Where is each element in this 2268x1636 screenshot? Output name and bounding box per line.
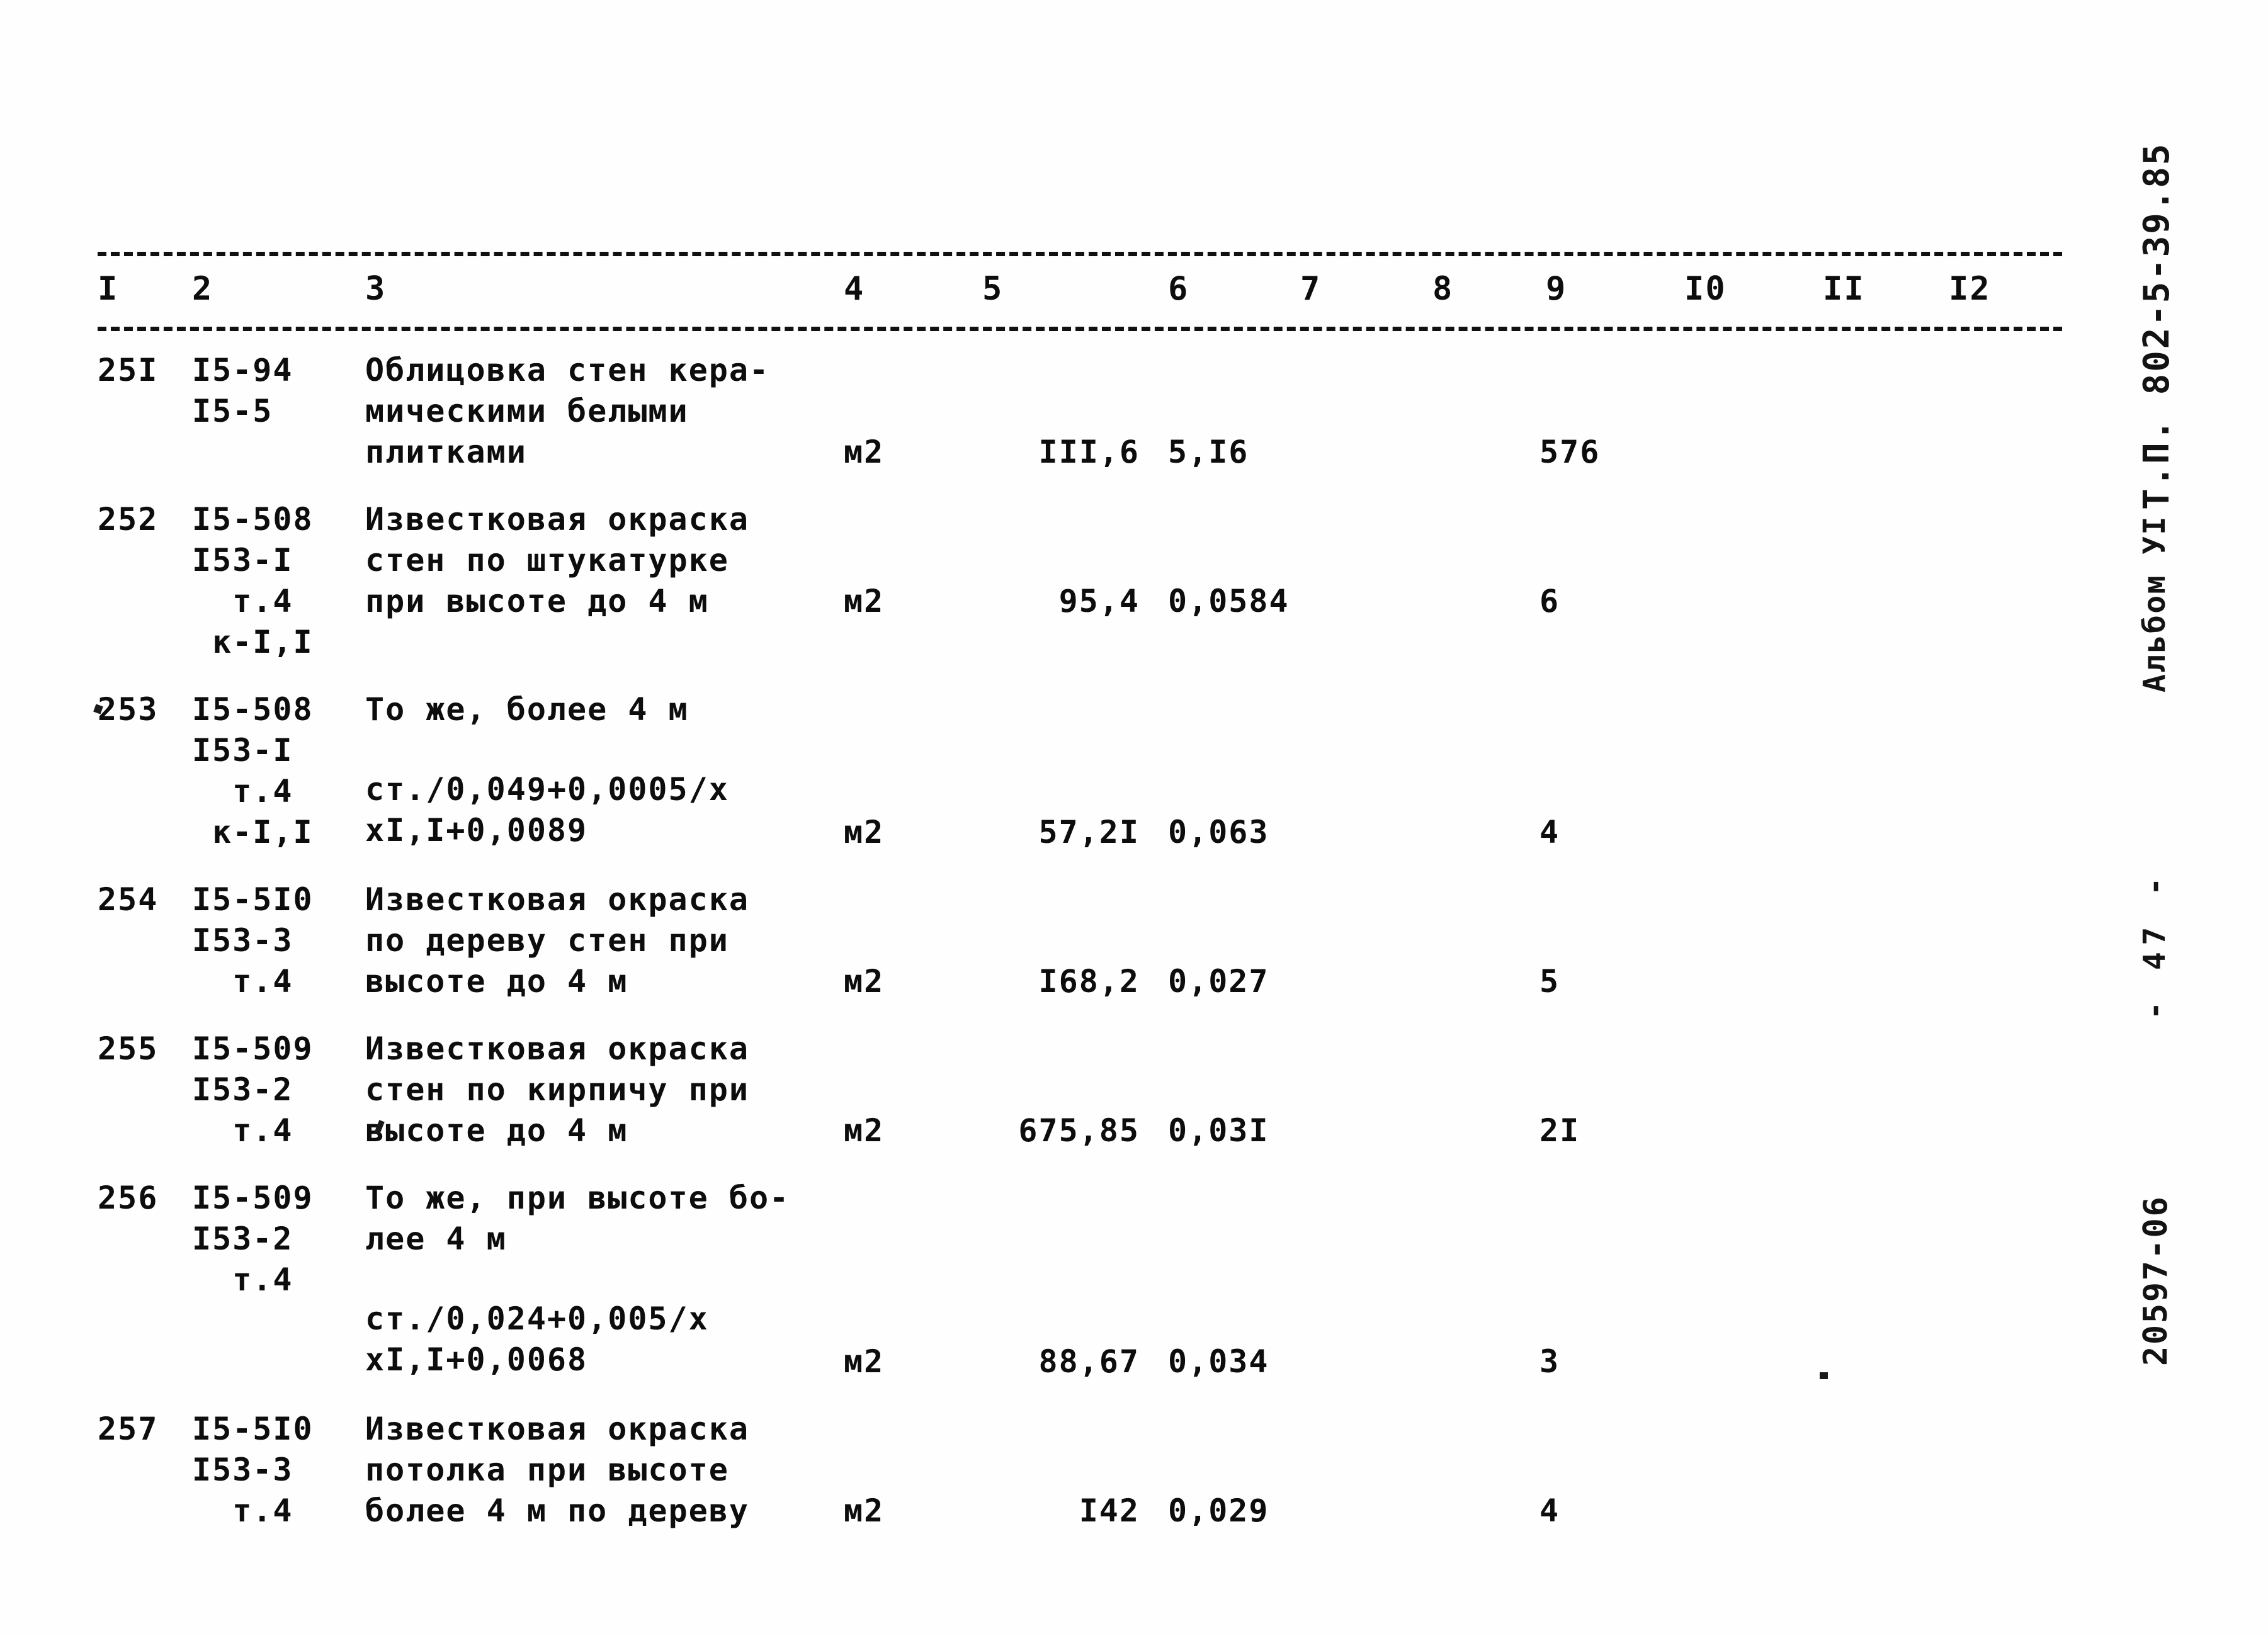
row-description: Облицовка стен кера- мическими белыми пл…: [365, 350, 831, 473]
estimate-table: I 2 3 4 5 6 7 8 9 I0 II I2 25I I5-94 I5-5 Облицовка с…: [98, 252, 2062, 1558]
table-row: 253 I5-508 I53-I т.4 к-I,I То же, более 4 …: [98, 689, 2062, 871]
row-description-text: Облицовка стен кера- мическими белыми пл…: [365, 352, 770, 470]
row-total: 576: [1539, 434, 1601, 470]
column-header-3: 3: [365, 270, 387, 308]
row-unit: м2: [844, 1112, 885, 1149]
table-header-row: I 2 3 4 5 6 7 8 9 I0 II I2: [98, 256, 2062, 327]
row-quantity: 675,85: [1018, 1112, 1140, 1149]
row-number: 25I: [98, 352, 159, 388]
row-description: Известковая окраска стен по кирпичу при …: [365, 1029, 831, 1151]
column-header-9: 9: [1546, 270, 1567, 308]
row-norm-code: I5-509 I53-2 т.4: [192, 1030, 314, 1149]
table-rule-top: [98, 252, 2062, 256]
row-description-text: Известковая окраска потолка при высоте б…: [365, 1411, 749, 1529]
scanned-page: I 2 3 4 5 6 7 8 9 I0 II I2 25I I5-94 I5-5 Облицовка с…: [0, 0, 2268, 1636]
row-rate: 0,034: [1168, 1343, 1269, 1380]
column-header-12: I2: [1949, 270, 1991, 308]
column-header-6: 6: [1168, 270, 1189, 308]
row-norm-code: I5-5I0 I53-3 т.4: [192, 881, 314, 1000]
table-rule-bottom: [98, 327, 2062, 331]
row-unit: м2: [844, 1343, 885, 1380]
row-unit: м2: [844, 583, 885, 619]
table-row: 257 I5-5I0 I53-3 т.4 Известковая окраска п…: [98, 1409, 2062, 1549]
margin-document-number: 20597-06: [2137, 1195, 2175, 1366]
column-header-8: 8: [1432, 270, 1454, 308]
row-number: 253: [98, 691, 159, 728]
table-body: 25I I5-94 I5-5 Облицовка стен кера- мическ…: [98, 350, 2062, 1549]
margin-project-code: Т.П. 802-5-39.85: [2136, 142, 2177, 510]
row-number: 255: [98, 1030, 159, 1067]
row-description: Известковая окраска стен по штукатурке п…: [365, 499, 831, 622]
row-rate: 5,I6: [1168, 434, 1249, 470]
row-total: 4: [1539, 1492, 1560, 1529]
row-total: 4: [1539, 814, 1560, 850]
row-description-text: Известковая окраска по дереву стен при в…: [365, 881, 749, 1000]
row-rate: 0,027: [1168, 963, 1269, 1000]
row-rate: 0,063: [1168, 814, 1269, 850]
row-unit: м2: [844, 814, 885, 850]
table-row: 255 I5-509 I53-2 т.4 Известковая окраска с…: [98, 1029, 2062, 1169]
row-quantity: I42: [1079, 1492, 1140, 1529]
row-quantity: 88,67: [1038, 1343, 1140, 1380]
row-quantity: III,6: [1038, 434, 1140, 470]
column-header-11: II: [1823, 270, 1865, 308]
row-unit: м2: [844, 434, 885, 470]
row-formula: ст./0,049+0,0005/х хI,I+0,0089: [365, 771, 729, 849]
row-norm-code: I5-508 I53-I т.4 к-I,I: [192, 501, 314, 660]
column-header-1: I: [98, 270, 119, 308]
row-total: 6: [1539, 583, 1560, 619]
row-number: 252: [98, 501, 159, 538]
row-total: 3: [1539, 1343, 1560, 1380]
scan-speck: [1820, 1372, 1828, 1379]
row-description-text: То же, при высоте бо- лее 4 м: [365, 1180, 790, 1257]
row-quantity: I68,2: [1038, 963, 1140, 1000]
row-quantity: 95,4: [1058, 583, 1140, 619]
column-header-10: I0: [1684, 270, 1727, 308]
column-header-2: 2: [192, 270, 213, 308]
row-quantity: 57,2I: [1038, 814, 1140, 850]
margin-page-number: - 47 -: [2137, 871, 2172, 1020]
column-header-5: 5: [982, 270, 1004, 308]
column-header-4: 4: [844, 270, 865, 308]
row-number: 256: [98, 1180, 159, 1216]
row-total: 2I: [1539, 1112, 1580, 1149]
margin-album-label: Альбом УI: [2137, 515, 2172, 692]
row-description-text: Известковая окраска стен по штукатурке п…: [365, 501, 749, 619]
row-rate: 0,0584: [1168, 583, 1290, 619]
row-rate: 0,03I: [1168, 1112, 1269, 1149]
row-description: Известковая окраска потолка при высоте б…: [365, 1409, 831, 1532]
row-description: Известковая окраска по дереву стен при в…: [365, 879, 831, 1002]
row-description: То же, более 4 м ст./0,049+0,0005/х хI,I+…: [365, 689, 831, 851]
row-unit: м2: [844, 1492, 885, 1529]
row-rate: 0,029: [1168, 1492, 1269, 1529]
row-description-text: То же, более 4 м: [365, 691, 689, 728]
row-norm-code: I5-508 I53-I т.4 к-I,I: [192, 691, 314, 850]
column-header-7: 7: [1300, 270, 1322, 308]
row-total: 5: [1539, 963, 1560, 1000]
row-unit: м2: [844, 963, 885, 1000]
row-norm-code: I5-94 I5-5: [192, 352, 293, 429]
table-row: 256 I5-509 I53-2 т.4 То же, при высоте бо-…: [98, 1178, 2062, 1400]
table-row: 25I I5-94 I5-5 Облицовка стен кера- мическ…: [98, 350, 2062, 490]
table-row: 254 I5-5I0 I53-3 т.4 Известковая окраска п…: [98, 879, 2062, 1020]
row-number: 254: [98, 881, 159, 918]
table-row: 252 I5-508 I53-I т.4 к-I,I Известковая окр…: [98, 499, 2062, 680]
row-description-text: Известковая окраска стен по кирпичу при …: [365, 1030, 749, 1149]
row-formula: ст./0,024+0,005/х хI,I+0,0068: [365, 1300, 709, 1378]
row-number: 257: [98, 1411, 159, 1447]
row-norm-code: I5-509 I53-2 т.4: [192, 1180, 314, 1298]
row-norm-code: I5-5I0 I53-3 т.4: [192, 1411, 314, 1529]
row-description: То же, при высоте бо- лее 4 м ст./0,024+0…: [365, 1178, 831, 1380]
